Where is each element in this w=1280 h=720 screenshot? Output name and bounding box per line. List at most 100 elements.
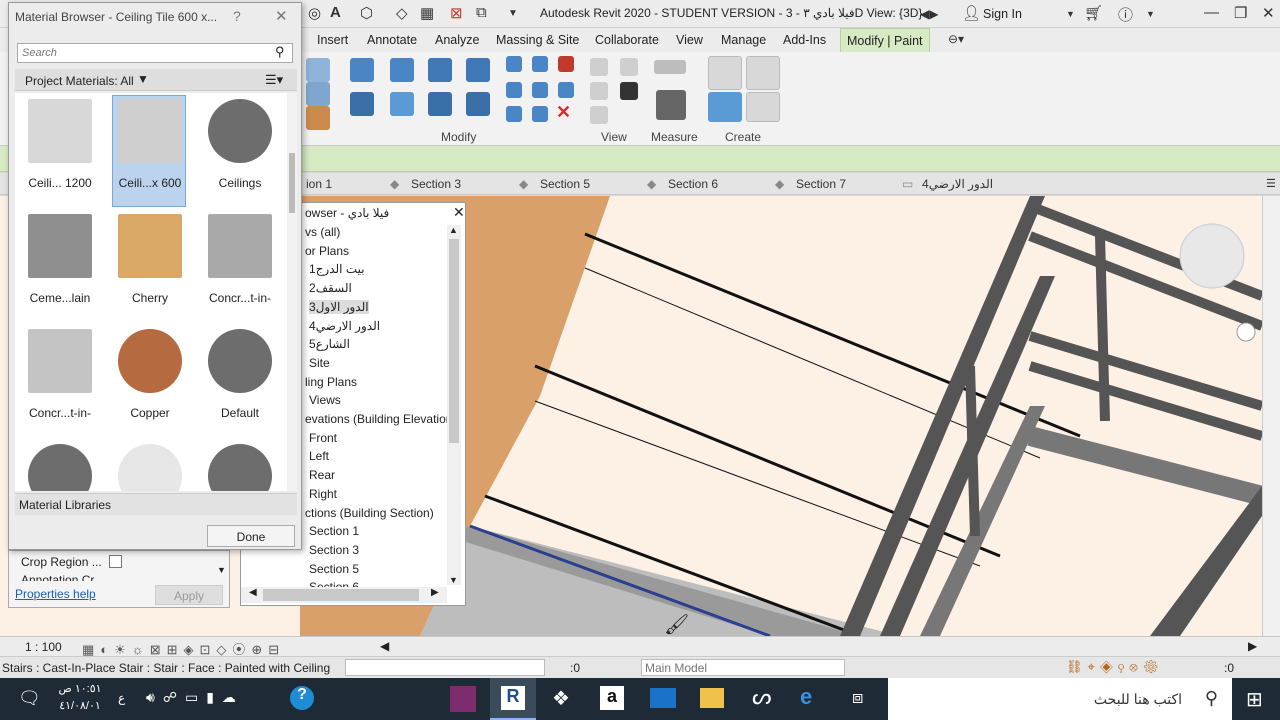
copy-icon[interactable] — [390, 92, 414, 116]
rotate-icon[interactable] — [428, 92, 452, 116]
align-icon[interactable] — [350, 58, 374, 82]
onenote-icon[interactable] — [450, 686, 476, 712]
text-icon[interactable]: A — [330, 4, 341, 21]
material-swatch[interactable] — [118, 99, 182, 163]
view-tab-section-6[interactable]: Section 6 — [668, 177, 718, 191]
search-expand-icon[interactable]: ◀▶ — [920, 7, 938, 21]
clock-time[interactable]: ١٠:٥١ ص — [58, 682, 102, 695]
material-label[interactable]: Ceili...x 600 — [105, 176, 195, 190]
material-label[interactable]: Ceili... 1200 — [15, 176, 105, 190]
edge-icon[interactable]: e — [800, 684, 812, 710]
material-label[interactable]: Cherry — [105, 291, 195, 305]
material-swatch[interactable] — [208, 99, 272, 163]
material-label[interactable]: Ceme...lain — [15, 291, 105, 305]
material-label[interactable]: Copper — [105, 406, 195, 420]
tab-analyze[interactable]: Analyze — [435, 33, 479, 47]
unpin-icon[interactable] — [558, 56, 574, 72]
switch-windows-icon[interactable]: ⧉ — [476, 4, 487, 21]
tab-modify-paint[interactable]: Modify | Paint — [840, 28, 930, 52]
browser-tree-item[interactable]: Front — [309, 431, 337, 445]
tray-icons[interactable]: 🔊︎☍▭▮☁ — [146, 689, 244, 706]
workset-dropdown[interactable] — [345, 659, 545, 676]
close-windows-icon[interactable]: ⊠ — [450, 4, 463, 22]
scroll-left-icon[interactable]: ◀ — [380, 639, 389, 653]
design-option-dropdown[interactable]: Main Model — [641, 659, 845, 676]
view-tab-section-3[interactable]: Section 3 — [411, 177, 461, 191]
browser-vscroll-thumb[interactable] — [449, 239, 459, 443]
material-swatch[interactable] — [208, 214, 272, 278]
material-swatch[interactable] — [118, 444, 182, 491]
properties-help-link[interactable]: Properties help — [15, 587, 96, 601]
material-label[interactable]: Concr...t-in- — [195, 291, 285, 305]
done-button[interactable]: Done — [207, 525, 295, 547]
aligned-dimension-icon[interactable] — [654, 60, 686, 74]
apply-button[interactable]: Apply — [155, 585, 223, 605]
browser-tree-item[interactable]: 4الدور الارضي — [309, 319, 380, 333]
tab-massing-site[interactable]: Massing & Site — [496, 33, 579, 47]
browser-tree-item[interactable]: Section 5 — [309, 562, 359, 576]
extend-icon[interactable] — [532, 106, 548, 122]
help-dropdown-icon[interactable]: ▼ — [1146, 9, 1155, 19]
view-scale[interactable]: 1 : 100 — [25, 640, 62, 654]
material-close-icon[interactable]: ✕ — [275, 7, 288, 25]
material-libraries-bar[interactable]: Material Libraries — [15, 493, 297, 515]
split-icon[interactable] — [506, 56, 522, 72]
material-swatch[interactable] — [118, 214, 182, 278]
paste-icon[interactable] — [306, 58, 330, 82]
browser-scroll-left-icon[interactable]: ◀ — [249, 587, 257, 598]
browser-scroll-down-icon[interactable]: ▼ — [449, 575, 458, 585]
browser-tree-item[interactable]: ctions (Building Section) — [305, 506, 434, 520]
browser-tree-item[interactable]: 1بيت الدرج — [309, 262, 365, 276]
create-group-icon[interactable] — [708, 92, 742, 122]
close-window-icon[interactable]: ✕ — [1262, 4, 1275, 22]
dropbox-icon[interactable]: ❖ — [552, 686, 570, 711]
sign-in-link[interactable]: Sign In — [983, 7, 1022, 21]
mirror-draw-icon[interactable] — [466, 58, 490, 82]
crop-region-checkbox[interactable] — [109, 555, 122, 568]
taskbar-search-box[interactable]: اكتب هنا للبحث ⚲ — [888, 678, 1232, 720]
3d-view-icon[interactable]: ⬡ — [360, 4, 373, 22]
browser-tree-item[interactable]: Right — [309, 487, 337, 501]
tab-add-ins[interactable]: Add-Ins — [783, 33, 826, 47]
pin-icon[interactable] — [558, 82, 574, 98]
restore-icon[interactable]: ❐ — [1234, 4, 1247, 22]
minimize-icon[interactable]: — — [1204, 4, 1219, 21]
app-icon[interactable]: ᔕ — [752, 684, 772, 710]
view-tab-section-7[interactable]: Section 7 — [796, 177, 846, 191]
measure-icon[interactable] — [656, 90, 686, 120]
open-icon[interactable]: ◎ — [308, 4, 321, 22]
browser-hscroll-thumb[interactable] — [263, 589, 419, 601]
match-icon[interactable] — [306, 106, 330, 130]
create-parts-icon[interactable] — [746, 56, 780, 90]
browser-tree-item[interactable]: or Plans — [305, 244, 349, 258]
notification-icon[interactable]: 🗨︎ — [18, 688, 41, 709]
customize-dropdown-icon[interactable]: ▼ — [508, 8, 518, 19]
browser-scroll-up-icon[interactable]: ▲ — [449, 225, 458, 235]
tab-view[interactable]: View — [676, 33, 703, 47]
material-vscroll-thumb[interactable] — [289, 153, 295, 213]
list-view-icon[interactable]: ☰▾ — [265, 72, 283, 88]
project-browser-close-icon[interactable]: ✕ — [453, 204, 465, 221]
create-assembly-icon[interactable] — [708, 56, 742, 90]
material-swatch[interactable] — [28, 99, 92, 163]
help-icon[interactable]: ⓘ — [1118, 4, 1133, 25]
panel-toggle-icon[interactable]: ⊖▾ — [948, 32, 964, 46]
material-search-input[interactable] — [17, 43, 293, 63]
scale-icon[interactable] — [532, 82, 548, 98]
browser-tree-item[interactable]: ling Plans — [305, 375, 357, 389]
view-override-icon[interactable] — [620, 58, 638, 76]
search-icon[interactable]: ⚲ — [275, 44, 285, 60]
task-view-icon[interactable]: ⧈ — [852, 687, 863, 708]
amazon-icon[interactable]: a — [600, 686, 624, 710]
material-swatch[interactable] — [118, 329, 182, 393]
browser-tree-item[interactable]: Views — [309, 393, 341, 407]
sign-in-dropdown-icon[interactable]: ▼ — [1066, 9, 1075, 19]
browser-tree-item[interactable]: 5الشارع — [309, 337, 350, 351]
cart-icon[interactable]: 🛒︎ — [1084, 4, 1103, 22]
input-language[interactable]: ع — [118, 691, 125, 705]
cut-icon[interactable] — [306, 82, 330, 106]
scroll-right-icon[interactable]: ▶ — [1248, 639, 1257, 653]
browser-tree-item[interactable]: Left — [309, 449, 329, 463]
browser-scroll-right-icon[interactable]: ▶ — [431, 587, 439, 598]
material-label[interactable]: Ceilings — [195, 176, 285, 190]
